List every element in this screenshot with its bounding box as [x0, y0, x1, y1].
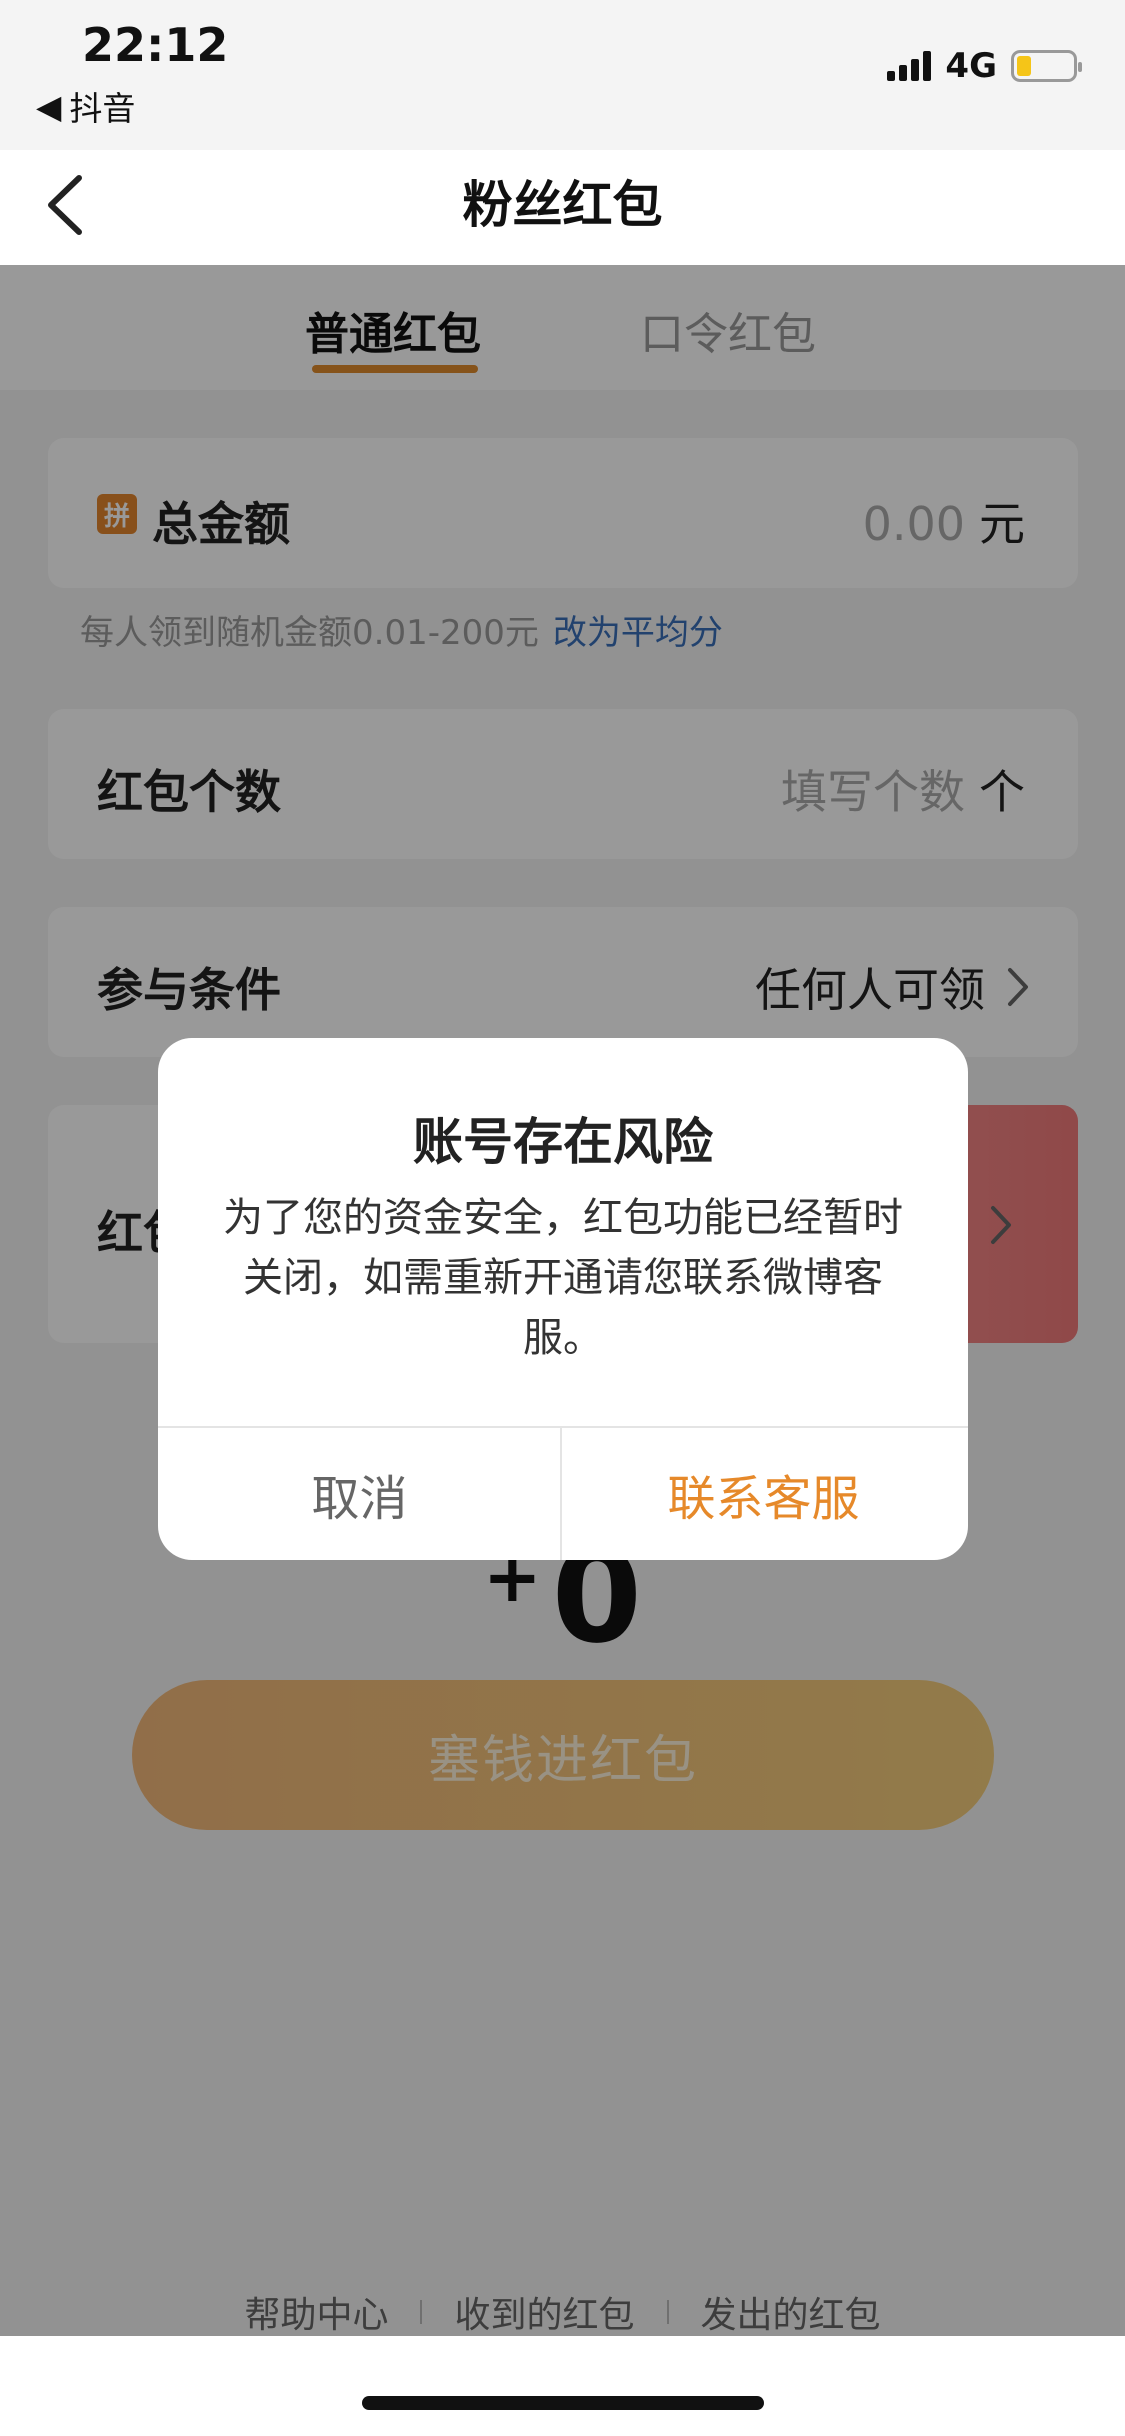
back-triangle-icon: ◀ [36, 86, 62, 126]
signal-icon [887, 51, 932, 81]
contact-support-button[interactable]: 联系客服 [562, 1428, 965, 1560]
home-indicator-area [0, 2336, 1125, 2436]
risk-alert-dialog: 账号存在风险 为了您的资金安全，红包功能已经暂时关闭，如需重新开通请您联系微博客… [158, 1038, 968, 1560]
dialog-message: 为了您的资金安全，红包功能已经暂时关闭，如需重新开通请您联系微博客服。 [223, 1195, 903, 1361]
back-app-label: 抖音 [69, 89, 136, 128]
page-title: 粉丝红包 [462, 176, 663, 234]
network-label: 4G [945, 46, 997, 86]
status-time: 22:12 [82, 18, 229, 72]
status-indicators: 4G [887, 46, 1082, 86]
back-to-app-link[interactable]: ◀ 抖音 [36, 82, 135, 130]
dialog-title: 账号存在风险 [413, 1113, 713, 1171]
battery-icon [1011, 50, 1082, 82]
cancel-button[interactable]: 取消 [158, 1428, 561, 1560]
home-indicator[interactable] [362, 2396, 764, 2410]
